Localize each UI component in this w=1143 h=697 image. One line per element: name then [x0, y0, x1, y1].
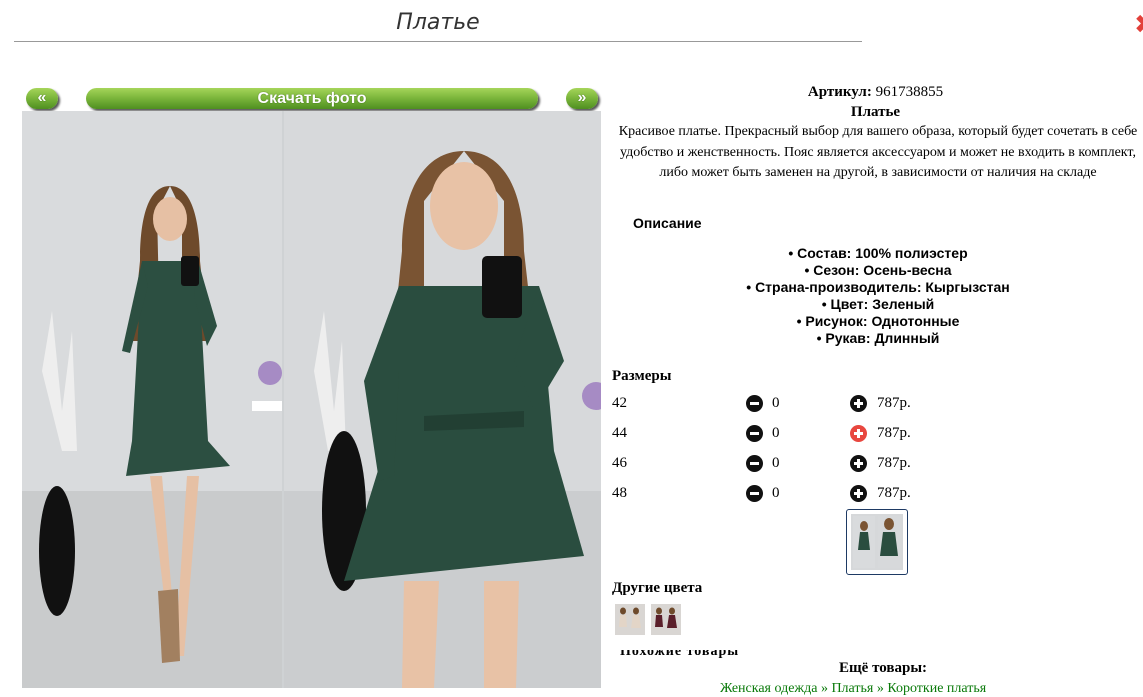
size-price: 787р. — [877, 395, 911, 411]
product-name: Платье — [850, 104, 901, 120]
size-price: 787р. — [877, 455, 911, 471]
size-quantity: 0 — [772, 485, 780, 501]
size-row: 44 0 787р. — [612, 423, 912, 445]
plus-circle-icon[interactable] — [850, 455, 867, 472]
property-country: Страна-производитель: Кыргызстан — [608, 279, 1143, 296]
page-title: Платье — [396, 10, 480, 35]
close-icon[interactable]: ✖ — [1134, 12, 1143, 38]
size-label: 46 — [612, 455, 627, 471]
size-price: 787р. — [877, 425, 911, 441]
property-pattern: Рисунок: Однотонные — [608, 313, 1143, 330]
minus-circle-icon[interactable] — [746, 425, 763, 442]
size-row: 48 0 787р. — [612, 483, 912, 505]
size-row: 42 0 787р. — [612, 393, 912, 415]
plus-circle-icon[interactable] — [850, 395, 867, 412]
article-value: 961738855 — [875, 84, 944, 100]
size-price: 787р. — [877, 485, 911, 501]
size-row: 46 0 787р. — [612, 453, 912, 475]
color-variant-beige[interactable] — [615, 604, 645, 635]
more-products-heading: Ещё товары: — [839, 660, 928, 676]
prev-photo-button[interactable]: « — [26, 88, 58, 109]
product-description: Красивое платье. Прекрасный выбор для ва… — [618, 124, 1138, 180]
clipped-text-line: Похожие товары — [620, 650, 740, 659]
minus-circle-icon[interactable] — [746, 455, 763, 472]
article-line: Артикул: 961738855 — [608, 82, 1143, 102]
property-composition: Состав: 100% полиэстер — [608, 245, 1143, 262]
color-variant-burgundy[interactable] — [651, 604, 681, 635]
size-label: 44 — [612, 425, 627, 441]
next-photo-button[interactable]: » — [566, 88, 598, 109]
article-label: Артикул: — [807, 84, 872, 100]
other-colors-heading: Другие цвета — [612, 580, 703, 596]
selected-photo-thumbnail[interactable] — [846, 509, 908, 575]
details-heading: Описание — [633, 215, 702, 231]
plus-circle-icon[interactable] — [850, 485, 867, 502]
size-quantity: 0 — [772, 395, 780, 411]
title-divider — [14, 41, 862, 42]
size-label: 42 — [612, 395, 627, 411]
size-quantity: 0 — [772, 425, 780, 441]
product-photo-full-body — [22, 111, 282, 688]
size-label: 48 — [612, 485, 627, 501]
download-photo-button[interactable]: Скачать фото — [86, 88, 538, 109]
property-list: Состав: 100% полиэстер Сезон: Осень-весн… — [608, 245, 1143, 347]
product-photo-close-up — [284, 111, 601, 688]
size-quantity: 0 — [772, 455, 780, 471]
property-season: Сезон: Осень-весна — [608, 262, 1143, 279]
property-sleeve: Рукав: Длинный — [608, 330, 1143, 347]
product-photo-gallery — [22, 111, 601, 688]
category-breadcrumb-links[interactable]: Женская одежда » Платья » Короткие плать… — [720, 681, 986, 697]
sizes-heading: Размеры — [612, 368, 672, 384]
minus-circle-icon[interactable] — [746, 485, 763, 502]
property-color: Цвет: Зеленый — [608, 296, 1143, 313]
minus-circle-icon[interactable] — [746, 395, 763, 412]
plus-circle-icon[interactable] — [850, 425, 867, 442]
